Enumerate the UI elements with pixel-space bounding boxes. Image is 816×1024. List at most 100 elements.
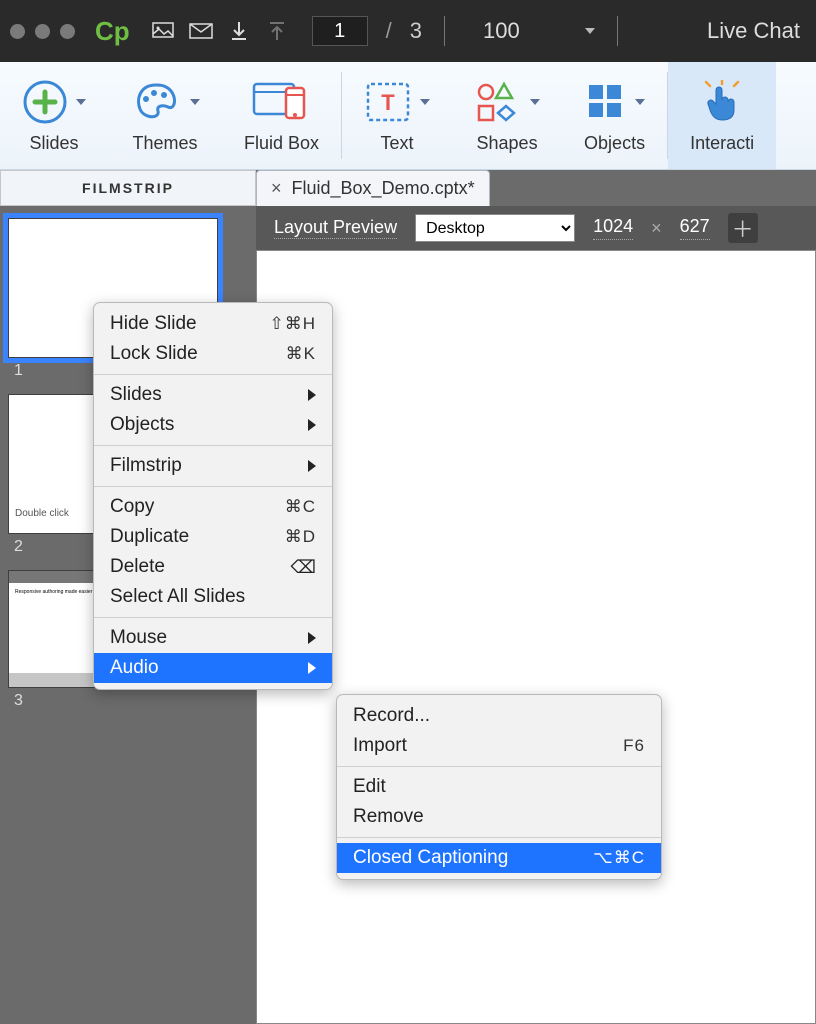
download-icon[interactable] xyxy=(226,18,252,44)
menu-hide-slide[interactable]: Hide Slide ⇧⌘H xyxy=(94,309,332,339)
submenu-import[interactable]: Import F6 xyxy=(337,731,661,761)
menu-slides[interactable]: Slides xyxy=(94,380,332,410)
menu-label: Remove xyxy=(353,806,424,828)
shortcut-text: ⌘C xyxy=(285,497,316,517)
maximize-window-icon[interactable] xyxy=(60,24,75,39)
menu-label: Select All Slides xyxy=(110,586,245,608)
objects-icon xyxy=(585,81,627,123)
menu-label: Lock Slide xyxy=(110,343,198,365)
chevron-down-icon xyxy=(635,99,645,105)
menu-objects[interactable]: Objects xyxy=(94,410,332,440)
ribbon-toolbar: Slides Themes Fluid Box T Text xyxy=(0,62,816,170)
live-chat-link[interactable]: Live Chat xyxy=(707,18,800,44)
menu-label: Closed Captioning xyxy=(353,847,508,869)
shortcut-text: ⇧⌘H xyxy=(269,314,316,334)
total-pages: 3 xyxy=(410,18,422,44)
title-bar: Cp / 3 100 Live Chat xyxy=(0,0,816,62)
ribbon-shapes[interactable]: Shapes xyxy=(452,62,562,169)
menu-label: Import xyxy=(353,735,407,757)
app-logo: Cp xyxy=(95,16,130,47)
minimize-window-icon[interactable] xyxy=(35,24,50,39)
current-page-input[interactable] xyxy=(312,16,368,46)
menu-label: Slides xyxy=(110,384,162,406)
hand-click-icon xyxy=(700,80,744,124)
backspace-icon: ⌫ xyxy=(291,557,316,578)
chevron-down-icon[interactable] xyxy=(585,28,595,34)
menu-separator xyxy=(94,617,332,618)
add-slide-icon xyxy=(22,79,68,125)
submenu-closed-captioning[interactable]: Closed Captioning ⌥⌘C xyxy=(337,843,661,873)
zoom-value[interactable]: 100 xyxy=(483,18,573,44)
slide-caption: Double click xyxy=(15,508,69,519)
fluid-box-icon xyxy=(252,80,312,124)
palette-icon xyxy=(130,79,182,125)
shortcut-text: ⌘K xyxy=(286,344,316,364)
menu-separator xyxy=(337,837,661,838)
ribbon-themes[interactable]: Themes xyxy=(108,62,222,169)
shapes-icon xyxy=(474,80,522,124)
ribbon-label: Text xyxy=(381,133,414,154)
canvas-height[interactable]: 627 xyxy=(680,216,710,240)
menu-copy[interactable]: Copy ⌘C xyxy=(94,492,332,522)
menu-separator xyxy=(94,374,332,375)
chevron-down-icon xyxy=(190,99,200,105)
divider xyxy=(617,16,618,46)
submenu-remove[interactable]: Remove xyxy=(337,802,661,832)
ribbon-interactions[interactable]: Interacti xyxy=(668,62,776,169)
menu-duplicate[interactable]: Duplicate ⌘D xyxy=(94,522,332,552)
submenu-caret-icon xyxy=(308,662,316,674)
ribbon-text[interactable]: T Text xyxy=(342,62,452,169)
audio-submenu: Record... Import F6 Edit Remove Closed C… xyxy=(336,694,662,880)
document-tab[interactable]: × Fluid_Box_Demo.cptx* xyxy=(256,170,490,206)
slide-canvas[interactable] xyxy=(256,250,816,1024)
ribbon-objects[interactable]: Objects xyxy=(562,62,667,169)
menu-label: Filmstrip xyxy=(110,455,182,477)
menu-label: Record... xyxy=(353,705,430,727)
shortcut-text: ⌥⌘C xyxy=(593,848,645,868)
menu-delete[interactable]: Delete ⌫ xyxy=(94,552,332,582)
chevron-down-icon xyxy=(530,99,540,105)
svg-text:T: T xyxy=(381,90,395,115)
document-tabs: × Fluid_Box_Demo.cptx* xyxy=(256,170,816,206)
submenu-edit[interactable]: Edit xyxy=(337,772,661,802)
ribbon-slides[interactable]: Slides xyxy=(0,62,108,169)
shortcut-text: ⌘D xyxy=(285,527,316,547)
slide-number: 3 xyxy=(14,692,256,710)
ribbon-label: Shapes xyxy=(477,133,538,154)
menu-label: Mouse xyxy=(110,627,167,649)
menu-lock-slide[interactable]: Lock Slide ⌘K xyxy=(94,339,332,369)
mail-icon[interactable] xyxy=(188,18,214,44)
menu-separator xyxy=(337,766,661,767)
document-tab-title: Fluid_Box_Demo.cptx* xyxy=(292,178,475,199)
device-select[interactable]: Desktop xyxy=(415,214,575,242)
submenu-caret-icon xyxy=(308,419,316,431)
window-controls[interactable] xyxy=(10,24,75,39)
close-window-icon[interactable] xyxy=(10,24,25,39)
menu-label: Audio xyxy=(110,657,159,679)
divider xyxy=(444,16,445,46)
submenu-caret-icon xyxy=(308,389,316,401)
chevron-down-icon xyxy=(420,99,430,105)
chevron-down-icon xyxy=(76,99,86,105)
add-breakpoint-button[interactable]: ＋ xyxy=(728,213,758,243)
page-separator: / xyxy=(386,18,392,44)
menu-audio[interactable]: Audio xyxy=(94,653,332,683)
assets-icon[interactable] xyxy=(150,18,176,44)
ribbon-label: Slides xyxy=(29,133,78,154)
zoom-control[interactable]: 100 xyxy=(483,18,595,44)
submenu-caret-icon xyxy=(308,460,316,472)
submenu-caret-icon xyxy=(308,632,316,644)
ribbon-fluid-box[interactable]: Fluid Box xyxy=(222,62,341,169)
menu-filmstrip[interactable]: Filmstrip xyxy=(94,451,332,481)
menu-select-all[interactable]: Select All Slides xyxy=(94,582,332,612)
submenu-record[interactable]: Record... xyxy=(337,701,661,731)
slide-context-menu: Hide Slide ⇧⌘H Lock Slide ⌘K Slides Obje… xyxy=(93,302,333,690)
menu-separator xyxy=(94,445,332,446)
layout-preview-label: Layout Preview xyxy=(274,217,397,239)
menu-separator xyxy=(94,486,332,487)
menu-mouse[interactable]: Mouse xyxy=(94,623,332,653)
ribbon-label: Fluid Box xyxy=(244,133,319,154)
canvas-width[interactable]: 1024 xyxy=(593,216,633,240)
close-tab-icon[interactable]: × xyxy=(271,178,282,199)
menu-label: Edit xyxy=(353,776,386,798)
